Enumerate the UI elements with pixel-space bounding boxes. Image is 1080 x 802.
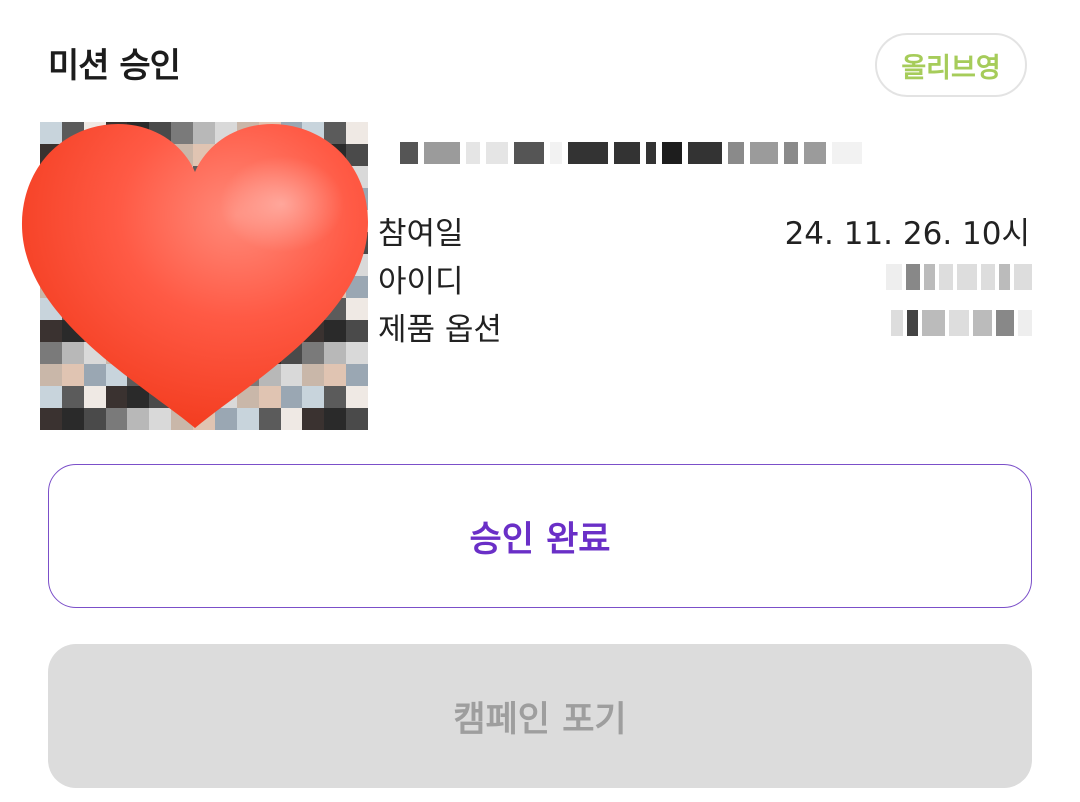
product-option-label: 제품 옵션 (378, 312, 502, 348)
user-id-value-redacted (886, 262, 1032, 292)
product-option-value-redacted (891, 308, 1032, 338)
participation-date-label: 참여일 (378, 216, 464, 252)
page-title: 미션 승인 (48, 46, 181, 86)
product-name-redacted (400, 128, 940, 178)
brand-chip[interactable]: 올리브영 (875, 33, 1027, 97)
give-up-campaign-button[interactable]: 캠페인 포기 (48, 644, 1032, 788)
approve-complete-button[interactable]: 승인 완료 (48, 464, 1032, 608)
product-thumbnail[interactable] (20, 120, 370, 432)
participation-date-value: 24. 11. 26. 10시 (784, 216, 1030, 252)
user-id-label: 아이디 (378, 264, 464, 300)
heart-sticker-icon (21, 124, 368, 428)
